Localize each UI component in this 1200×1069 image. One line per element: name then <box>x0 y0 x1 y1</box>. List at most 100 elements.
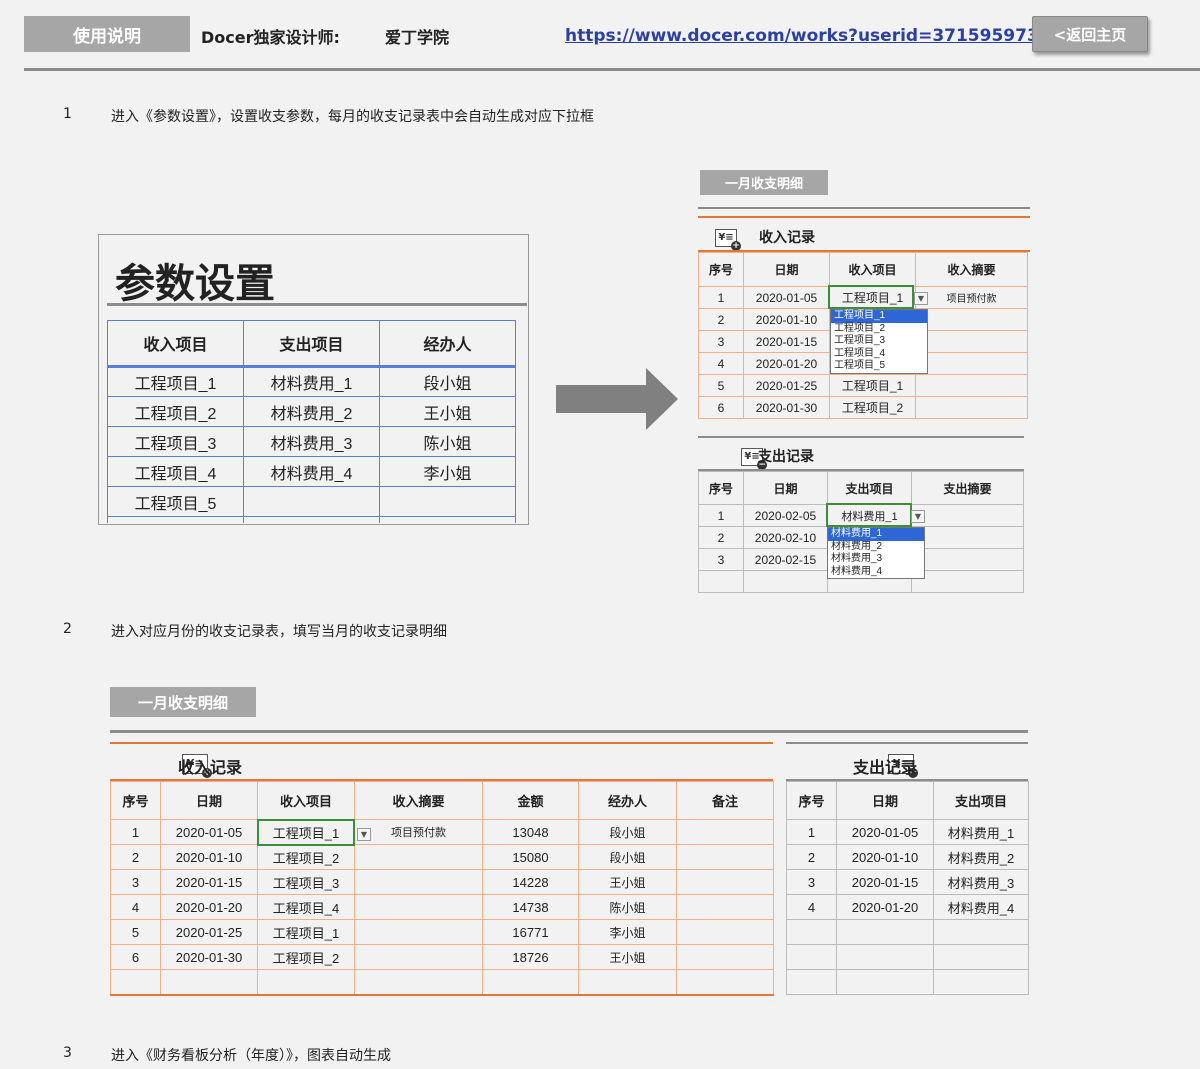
tab-january-small[interactable]: 一月收支明细 <box>700 170 828 195</box>
cell <box>915 352 1028 375</box>
dropdown-option[interactable]: 工程项目_4 <box>831 348 927 361</box>
param-cell[interactable]: 工程项目_3 <box>107 426 244 457</box>
param-table-header: 收入项目 支出项目 经办人 <box>107 320 516 368</box>
cell: 项目预付款 <box>354 819 483 845</box>
cell: 15080 <box>482 844 579 870</box>
param-header-handler: 经办人 <box>379 320 516 368</box>
cell: 3 <box>110 869 161 895</box>
step-3-number: 3 <box>63 1045 72 1061</box>
active-cell-outline <box>826 503 912 527</box>
header-cell: 日期 <box>743 252 830 287</box>
param-cell[interactable]: 陈小姐 <box>379 426 516 457</box>
tab-january-large[interactable]: 一月收支明细 <box>110 687 256 717</box>
cell[interactable]: 工程项目_2 <box>257 844 355 870</box>
cell: 1 <box>110 819 161 845</box>
cell <box>676 944 774 970</box>
table-row: 5 2020-01-25 工程项目_1 <box>698 374 1028 397</box>
cell <box>354 944 483 970</box>
designer-works-link[interactable]: https://www.docer.com/works?userid=37159… <box>565 26 1039 46</box>
table-header: 序号 日期 支出项目 <box>786 781 1029 820</box>
table-row: 6 2020-01-30 工程项目_2 <box>698 396 1028 419</box>
cell: 2 <box>698 526 744 549</box>
income-dropdown-list[interactable]: 工程项目_1 工程项目_2 工程项目_3 工程项目_4 工程项目_5 <box>830 309 928 374</box>
param-table: 收入项目 支出项目 经办人 工程项目_1 材料费用_1 段小姐 工程项目_2 材… <box>107 320 516 523</box>
step-2-text: 进入对应月份的收支记录表，填写当月的收支记录明细 <box>111 624 447 640</box>
cell: 段小姐 <box>578 819 677 845</box>
param-cell[interactable]: 工程项目_1 <box>107 366 244 397</box>
table-row: 4 2020-01-20 材料费用_4 <box>786 894 1029 920</box>
cell[interactable]: 材料费用_4 <box>933 894 1029 920</box>
big-expense-title: 支出记录 <box>853 758 918 777</box>
cell[interactable]: 工程项目_3 <box>257 869 355 895</box>
table-row <box>107 516 516 523</box>
cell <box>354 844 483 870</box>
param-cell[interactable]: 材料费用_3 <box>243 426 380 457</box>
dropdown-arrow-icon[interactable]: ▼ <box>357 828 371 841</box>
param-cell[interactable]: 材料费用_1 <box>243 366 380 397</box>
dropdown-option[interactable]: 工程项目_3 <box>831 335 927 348</box>
param-cell[interactable] <box>243 486 380 517</box>
dropdown-option[interactable]: 工程项目_2 <box>831 323 927 336</box>
header-cell: 日期 <box>836 781 934 820</box>
dropdown-option[interactable]: 材料费用_2 <box>828 541 924 554</box>
cell[interactable]: 工程项目_2 <box>829 396 916 419</box>
back-home-button[interactable]: <返回主页 <box>1032 16 1148 52</box>
cell[interactable]: 材料费用_2 <box>933 844 1029 870</box>
cell[interactable]: 材料费用_1 <box>933 819 1029 845</box>
big-expense-table: 序号 日期 支出项目 1 2020-01-05 材料费用_1 2 2020-01-10… <box>786 781 1029 995</box>
expense-dropdown-list[interactable]: 材料费用_1 材料费用_2 材料费用_3 材料费用_4 <box>827 527 925 579</box>
header-divider <box>24 68 1200 71</box>
cell: 18726 <box>482 944 579 970</box>
table-row: 6 2020-01-30 工程项目_2 18726 王小姐 <box>110 944 774 970</box>
table-row: 工程项目_1 材料费用_1 段小姐 <box>107 366 516 397</box>
table-row: 2 2020-01-10 材料费用_2 <box>786 844 1029 870</box>
dropdown-option[interactable]: 材料费用_1 <box>828 528 924 541</box>
cell <box>676 819 774 845</box>
header-cell: 序号 <box>698 471 744 505</box>
param-cell[interactable]: 工程项目_4 <box>107 456 244 487</box>
dropdown-arrow-icon[interactable]: ▼ <box>911 510 925 523</box>
cell[interactable]: 工程项目_4 <box>257 894 355 920</box>
dropdown-option[interactable]: 材料费用_4 <box>828 566 924 579</box>
cell: 2020-01-05 <box>836 819 934 845</box>
cell: 4 <box>110 894 161 920</box>
cell[interactable]: 材料费用_3 <box>933 869 1029 895</box>
table-row: 2 2020-01-10 工程项目_2 15080 段小姐 <box>110 844 774 870</box>
dropdown-option[interactable]: 材料费用_3 <box>828 553 924 566</box>
param-cell[interactable]: 工程项目_5 <box>107 486 244 517</box>
cell <box>915 396 1028 419</box>
header-cell: 支出项目 <box>827 471 912 505</box>
table-row: 工程项目_4 材料费用_4 李小姐 <box>107 456 516 487</box>
dropdown-arrow-icon[interactable]: ▼ <box>914 292 928 305</box>
cell[interactable]: 工程项目_1 <box>257 919 355 945</box>
cell: 2020-01-25 <box>743 374 830 397</box>
step-1-text: 进入《参数设置》，设置收支参数，每月的收支记录表中会自动生成对应下拉框 <box>111 109 594 125</box>
usage-button[interactable]: 使用说明 <box>24 16 190 52</box>
header-cell: 序号 <box>698 252 744 287</box>
table-row: 工程项目_2 材料费用_2 王小姐 <box>107 396 516 427</box>
cell: 2020-01-15 <box>160 869 258 895</box>
param-cell[interactable]: 材料费用_4 <box>243 456 380 487</box>
cell: 13048 <box>482 819 579 845</box>
step-3-text: 进入《财务看板分析（年度）》，图表自动生成 <box>111 1048 391 1064</box>
cell: 2 <box>698 308 744 331</box>
cell[interactable]: 工程项目_2 <box>257 944 355 970</box>
cell <box>676 869 774 895</box>
param-cell[interactable]: 李小姐 <box>379 456 516 487</box>
cell: 2020-02-15 <box>743 548 828 571</box>
param-cell[interactable]: 材料费用_2 <box>243 396 380 427</box>
small-income-top-rule <box>698 216 1030 218</box>
big-income-top-rule <box>110 742 773 744</box>
param-cell[interactable]: 工程项目_2 <box>107 396 244 427</box>
dropdown-option[interactable]: 工程项目_5 <box>831 360 927 373</box>
cell <box>911 526 1024 549</box>
cell: 6 <box>698 396 744 419</box>
param-cell[interactable]: 段小姐 <box>379 366 516 397</box>
table-row: 3 2020-01-15 材料费用_3 <box>786 869 1029 895</box>
cell[interactable]: 工程项目_1 <box>829 374 916 397</box>
cell: 2 <box>786 844 837 870</box>
param-cell[interactable]: 王小姐 <box>379 396 516 427</box>
param-cell[interactable] <box>379 486 516 517</box>
dropdown-option[interactable]: 工程项目_1 <box>831 310 927 323</box>
table-row: 1 2020-01-05 材料费用_1 <box>786 819 1029 845</box>
